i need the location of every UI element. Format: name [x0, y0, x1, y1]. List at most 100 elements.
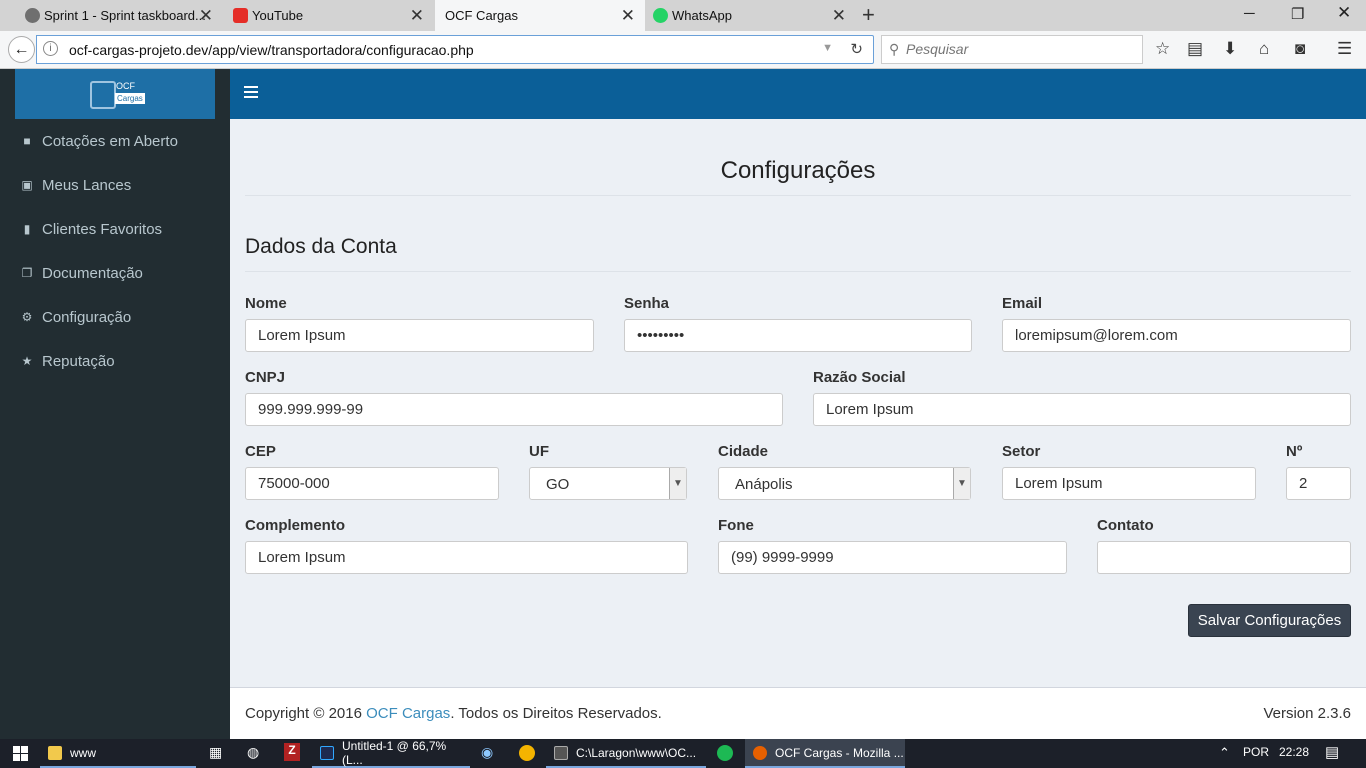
logo[interactable]: OCF Cargas — [15, 69, 215, 119]
network-app-icon[interactable]: ◉ — [481, 744, 493, 761]
nome-input[interactable] — [245, 319, 594, 352]
copyright-prefix: Copyright © 2016 — [245, 705, 362, 722]
cnpj-input[interactable] — [245, 393, 783, 426]
back-icon[interactable]: ← — [8, 36, 35, 63]
razao-social-input[interactable] — [813, 393, 1351, 426]
url-text[interactable]: ocf-cargas-projeto.dev/app/view/transpor… — [69, 42, 474, 58]
pocket-icon[interactable]: ◙ — [1295, 39, 1305, 59]
cidade-select[interactable]: Anápolis ▼ — [718, 467, 971, 500]
setor-input[interactable] — [1002, 467, 1256, 500]
uf-selected-value: GO — [546, 476, 570, 493]
complemento-input[interactable] — [245, 541, 688, 574]
home-icon[interactable]: ⌂ — [1259, 39, 1269, 59]
chevron-down-icon: ▼ — [953, 468, 970, 499]
store-icon[interactable]: ▦ — [209, 744, 222, 761]
tab-sprint[interactable]: Sprint 1 - Sprint taskboard... ✕ — [18, 0, 223, 31]
taskbar-item-label: OCF Cargas - Mozilla ... — [775, 745, 904, 760]
url-bar[interactable]: i ocf-cargas-projeto.dev/app/view/transp… — [36, 35, 874, 64]
taskbar-item-laragon[interactable]: C:\Laragon\www\OC... — [546, 739, 706, 768]
language-indicator[interactable]: POR — [1243, 745, 1269, 759]
dropdown-arrow-icon[interactable]: ▼ — [822, 42, 833, 54]
photoshop-icon — [320, 745, 334, 760]
senha-input[interactable] — [624, 319, 972, 352]
numero-input[interactable] — [1286, 467, 1351, 500]
sidebar-item-cotacoes[interactable]: ■ Cotações em Aberto — [0, 119, 230, 163]
download-icon[interactable]: ⬇ — [1223, 39, 1237, 59]
main-content: Configurações Dados da Conta Nome Senha … — [230, 119, 1366, 687]
restore-icon[interactable]: ❐ — [1291, 5, 1304, 23]
reading-list-icon[interactable]: ▤ — [1187, 39, 1203, 59]
hamburger-menu-icon[interactable] — [244, 86, 258, 98]
fone-label: Fone — [718, 517, 754, 534]
spotify-icon[interactable] — [717, 745, 733, 761]
email-input[interactable] — [1002, 319, 1351, 352]
search-input[interactable] — [906, 41, 1126, 57]
close-icon[interactable]: ✕ — [621, 6, 635, 26]
star-icon: ★ — [21, 354, 33, 368]
close-icon[interactable]: ✕ — [832, 6, 846, 26]
nome-label: Nome — [245, 295, 287, 312]
logo-text: OCF — [116, 81, 135, 91]
taskbar: www ▦ ◍ Z Untitled-1 @ 66,7% (L... ◉ C:\… — [0, 739, 1366, 768]
minimize-icon[interactable]: ─ — [1244, 5, 1255, 22]
info-icon[interactable]: i — [43, 41, 58, 56]
youtube-icon — [233, 8, 248, 23]
sidebar: OCF Cargas ■ Cotações em Aberto ▣ Meus Lan… — [0, 69, 230, 739]
taskbar-item-label: www — [70, 745, 96, 760]
version-text: Version 2.3.6 — [1263, 705, 1351, 722]
tab-title: OCF Cargas — [445, 8, 518, 23]
filezilla-icon[interactable]: Z — [284, 743, 300, 761]
sidebar-item-label: Documentação — [42, 264, 143, 282]
numero-label: Nº — [1286, 443, 1303, 460]
bookmark-star-icon[interactable]: ☆ — [1155, 39, 1170, 59]
senha-label: Senha — [624, 295, 670, 312]
uf-select[interactable]: GO ▼ — [529, 467, 687, 500]
notification-icon[interactable]: ▤ — [1325, 743, 1339, 761]
sidebar-item-lances[interactable]: ▣ Meus Lances — [0, 163, 230, 207]
taskbar-item-label: C:\Laragon\www\OC... — [576, 745, 697, 760]
tab-youtube[interactable]: YouTube ✕ — [226, 0, 434, 31]
chevron-up-icon[interactable]: ⌃ — [1219, 745, 1230, 761]
save-button[interactable]: Salvar Configurações — [1188, 604, 1351, 637]
tab-whatsapp[interactable]: WhatsApp ✕ — [646, 0, 856, 31]
clock[interactable]: 22:28 — [1279, 745, 1309, 759]
folder-icon — [48, 745, 62, 760]
taskbar-item-www[interactable]: www — [40, 739, 196, 768]
brand-link[interactable]: OCF Cargas — [366, 705, 450, 722]
sidebar-item-configuracao[interactable]: ⚙ Configuração — [0, 295, 230, 339]
taskbar-item-firefox[interactable]: OCF Cargas - Mozilla ... — [745, 739, 905, 768]
windows-start-icon[interactable] — [0, 739, 40, 768]
sidebar-item-reputacao[interactable]: ★ Reputação — [0, 339, 230, 383]
taskbar-item-photoshop[interactable]: Untitled-1 @ 66,7% (L... — [312, 739, 470, 768]
footer: Copyright © 2016 OCF Cargas. Todos os Di… — [230, 687, 1366, 739]
tab-title: WhatsApp — [672, 8, 732, 23]
window-close-icon[interactable]: ✕ — [1337, 3, 1351, 23]
whatsapp-icon — [653, 8, 668, 23]
chrome-icon[interactable] — [519, 745, 535, 761]
razao-social-label: Razão Social — [813, 369, 906, 386]
page-title: Configurações — [245, 157, 1351, 196]
reload-icon[interactable]: ↻ — [850, 40, 863, 58]
tab-ocf-cargas[interactable]: OCF Cargas ✕ — [435, 0, 645, 31]
sidebar-item-label: Clientes Favoritos — [42, 220, 163, 238]
cogs-icon: ⚙ — [21, 310, 33, 324]
cnpj-label: CNPJ — [245, 369, 286, 386]
fone-input[interactable] — [718, 541, 1067, 574]
sidebar-item-label: Meus Lances — [42, 176, 132, 194]
sidebar-item-favoritos[interactable]: ▮ Clientes Favoritos — [0, 207, 230, 251]
close-icon[interactable]: ✕ — [199, 6, 213, 26]
chevron-down-icon: ▼ — [669, 468, 686, 499]
new-tab-icon[interactable]: + — [862, 2, 875, 28]
truck-icon: ■ — [23, 134, 31, 148]
cep-input[interactable] — [245, 467, 499, 500]
browser-search-box[interactable]: ⚲ — [881, 35, 1143, 64]
firefox-icon — [753, 745, 767, 760]
close-icon[interactable]: ✕ — [410, 6, 424, 26]
database-icon[interactable]: ◍ — [247, 744, 259, 761]
sidebar-item-documentacao[interactable]: ❐ Documentação — [0, 251, 230, 295]
menu-icon[interactable]: ☰ — [1337, 39, 1352, 59]
contato-label: Contato — [1097, 517, 1154, 534]
contato-input[interactable] — [1097, 541, 1351, 574]
tab-title: YouTube — [252, 8, 304, 23]
email-label: Email — [1002, 295, 1043, 312]
